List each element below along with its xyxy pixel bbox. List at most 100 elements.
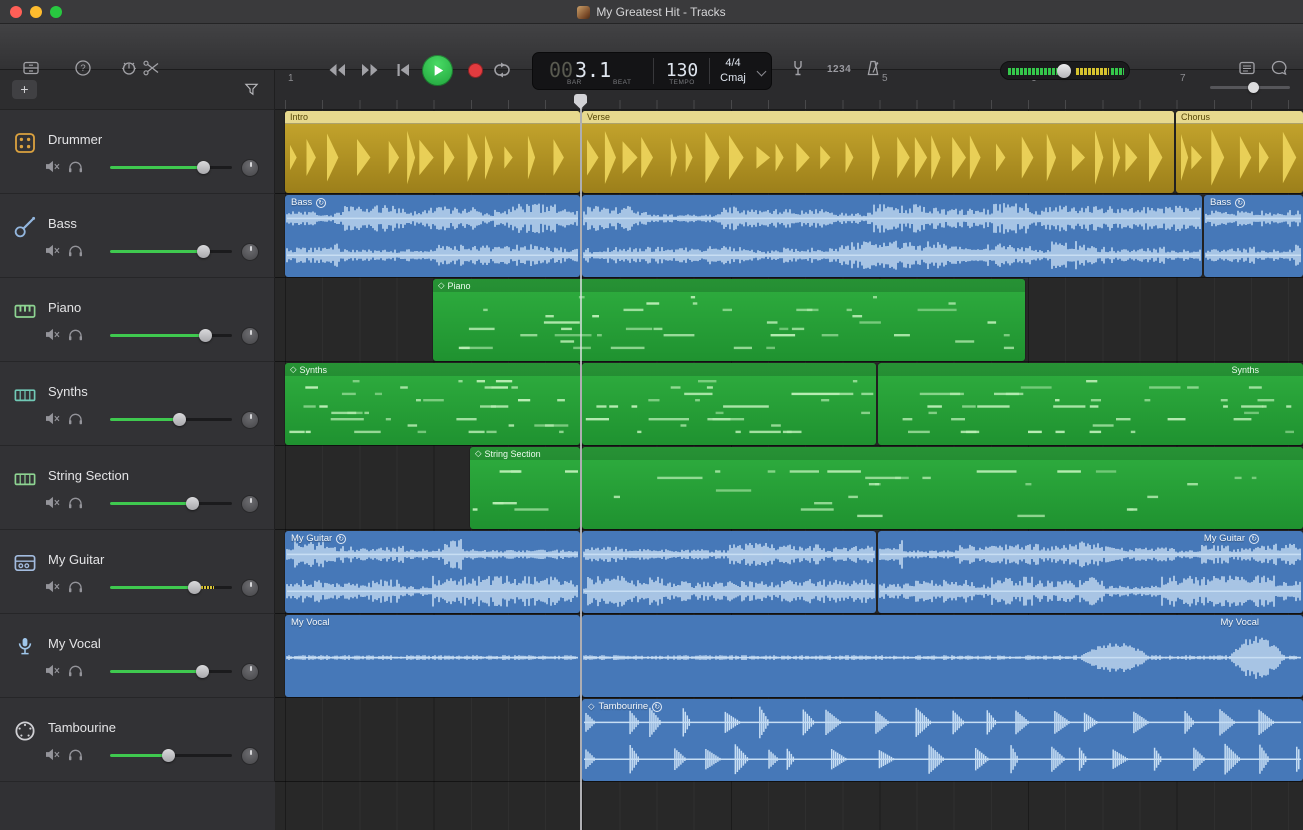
record-button[interactable] — [468, 63, 483, 78]
region-vocal-2[interactable]: My Vocal — [582, 615, 1303, 697]
region-tambourine[interactable]: ◇Tambourine↻ — [582, 699, 1303, 781]
mute-button[interactable] — [44, 580, 61, 598]
master-volume-slider[interactable] — [1000, 61, 1130, 80]
volume-slider[interactable] — [110, 329, 232, 342]
track-header-string-section[interactable]: String Section — [0, 446, 275, 530]
volume-slider[interactable] — [110, 581, 232, 594]
track-header-drummer[interactable]: Drummer — [0, 110, 275, 194]
zoom-slider[interactable] — [1210, 86, 1290, 89]
lcd-display[interactable]: 00 3.1 BAR BEAT 130 TEMPO 4/4 Cmaj — [532, 52, 772, 90]
volume-knob[interactable] — [196, 665, 209, 678]
region-drummer-chorus[interactable]: Chorus — [1176, 111, 1303, 193]
fast-forward-button[interactable] — [360, 62, 380, 78]
headphones-button[interactable] — [67, 160, 84, 178]
mute-button[interactable] — [44, 160, 61, 178]
pan-knob[interactable] — [241, 495, 259, 513]
smart-controls-button[interactable] — [120, 59, 138, 77]
region-synths-2[interactable] — [582, 363, 876, 445]
headphones-button[interactable] — [67, 328, 84, 346]
editors-button[interactable] — [142, 59, 160, 77]
volume-knob[interactable] — [162, 749, 175, 762]
lcd-time-signature[interactable]: 4/4 — [711, 57, 755, 69]
volume-knob[interactable] — [197, 161, 210, 174]
headphones-button[interactable] — [67, 748, 84, 766]
pan-knob[interactable] — [241, 579, 259, 597]
mute-button[interactable] — [44, 328, 61, 346]
chevron-down-icon[interactable] — [757, 67, 767, 77]
pan-knob[interactable] — [241, 411, 259, 429]
volume-knob[interactable] — [197, 245, 210, 258]
headphones-button[interactable] — [67, 496, 84, 514]
region-vocal-1[interactable]: My Vocal — [285, 615, 580, 697]
master-volume-knob[interactable] — [1057, 64, 1071, 78]
pan-knob[interactable] — [241, 663, 259, 681]
library-button[interactable] — [22, 59, 40, 77]
note-pad-button[interactable] — [1238, 59, 1256, 77]
mute-button[interactable] — [44, 244, 61, 262]
headphones-button[interactable] — [67, 244, 84, 262]
volume-meter-green — [1008, 68, 1058, 75]
volume-knob[interactable] — [188, 581, 201, 594]
garageband-window: My Greatest Hit - Tracks 00 3.1 BAR BEAT… — [0, 0, 1303, 830]
track-filter-icon[interactable] — [243, 81, 260, 103]
region-strings-2[interactable] — [582, 447, 1303, 529]
volume-knob[interactable] — [186, 497, 199, 510]
region-bass-3[interactable]: Bass↻ — [1204, 195, 1303, 277]
headphones-button[interactable] — [67, 412, 84, 430]
region-piano[interactable]: ◇Piano — [433, 279, 1025, 361]
pan-knob[interactable] — [241, 159, 259, 177]
zoom-slider-knob[interactable] — [1248, 82, 1259, 93]
go-to-beginning-button[interactable] — [393, 62, 413, 78]
volume-slider[interactable] — [110, 497, 232, 510]
region-bass-2[interactable] — [582, 195, 1202, 277]
headphones-button[interactable] — [67, 664, 84, 682]
add-track-button[interactable]: + — [12, 80, 37, 99]
headphones-button[interactable] — [67, 580, 84, 598]
volume-slider[interactable] — [110, 413, 232, 426]
volume-knob[interactable] — [199, 329, 212, 342]
region-drummer-verse[interactable]: Verse — [582, 111, 1174, 193]
region-strings-1[interactable]: ◇String Section — [470, 447, 580, 529]
region-label: My Vocal — [291, 617, 330, 628]
mute-button[interactable] — [44, 496, 61, 514]
pan-knob[interactable] — [241, 747, 259, 765]
track-header-piano[interactable]: Piano — [0, 278, 275, 362]
mute-button[interactable] — [44, 748, 61, 766]
track-header-bass[interactable]: Bass — [0, 194, 275, 278]
play-button[interactable] — [422, 55, 453, 86]
window-title-area: My Greatest Hit - Tracks — [0, 0, 1303, 24]
lcd-key[interactable]: Cmaj — [711, 72, 755, 84]
pan-knob[interactable] — [241, 327, 259, 345]
volume-knob[interactable] — [173, 413, 186, 426]
volume-slider[interactable] — [110, 749, 232, 762]
region-synths-3[interactable]: Synths — [878, 363, 1303, 445]
volume-slider[interactable] — [110, 245, 232, 258]
region-guitar-2[interactable] — [582, 531, 876, 613]
region-bass-1[interactable]: Bass↻ — [285, 195, 580, 277]
midi-notes — [286, 377, 579, 442]
count-in-button[interactable]: 1234 — [827, 64, 851, 75]
mute-button[interactable] — [44, 664, 61, 682]
cycle-button[interactable] — [492, 61, 512, 79]
lcd-divider — [709, 58, 710, 84]
volume-slider[interactable] — [110, 161, 232, 174]
mute-button[interactable] — [44, 412, 61, 430]
volume-slider[interactable] — [110, 665, 232, 678]
rewind-button[interactable] — [327, 62, 347, 78]
track-header-synths[interactable]: Synths — [0, 362, 275, 446]
track-header-my-vocal[interactable]: My Vocal — [0, 614, 275, 698]
region-synths-1[interactable]: ◇Synths — [285, 363, 580, 445]
track-header-tambourine[interactable]: Tambourine — [0, 698, 275, 782]
lcd-tempo[interactable]: 130 — [657, 60, 707, 81]
region-label: My Guitar — [291, 533, 332, 544]
loop-browser-button[interactable] — [1270, 59, 1288, 77]
quick-help-button[interactable] — [74, 59, 92, 77]
region-drummer-intro[interactable]: Intro — [285, 111, 580, 193]
track-header-my-guitar[interactable]: My Guitar — [0, 530, 275, 614]
region-guitar-3[interactable]: My Guitar↻ — [878, 531, 1303, 613]
tuner-button[interactable] — [789, 59, 807, 77]
playhead-line[interactable] — [580, 94, 582, 830]
pan-knob[interactable] — [241, 243, 259, 261]
region-guitar-1[interactable]: My Guitar↻ — [285, 531, 580, 613]
metronome-button[interactable] — [864, 59, 882, 77]
